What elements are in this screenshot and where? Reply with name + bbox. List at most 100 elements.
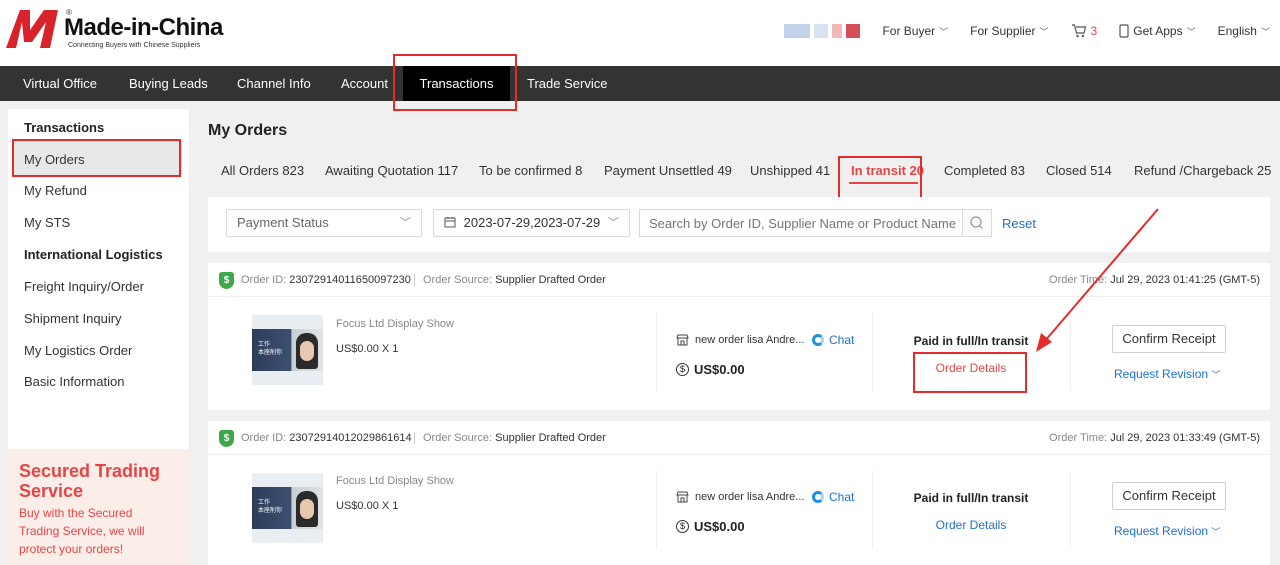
product-thumbnail[interactable]: 工作 本座削你 [252, 473, 323, 543]
tab-in-transit[interactable]: In transit 20 [851, 163, 924, 178]
nav-transactions[interactable]: Transactions [403, 66, 510, 101]
phone-icon [1119, 24, 1129, 38]
nav-channel-info[interactable]: Channel Info [237, 66, 311, 101]
order-id: 23072914012029861614 [289, 432, 412, 444]
sidebar-item-my-refund[interactable]: My Refund [24, 183, 87, 198]
order-details-link[interactable]: Order Details [898, 361, 1044, 375]
confirm-receipt-button[interactable]: Confirm Receipt [1112, 325, 1226, 353]
payment-status-select[interactable]: Payment Status ﹀ [226, 209, 422, 237]
order-search-input[interactable] [639, 209, 963, 237]
brand-logo[interactable]: ® Made-in-China Connecting Buyers with C… [6, 6, 226, 50]
order-source: Supplier Drafted Order [495, 274, 606, 286]
order-source-label: Order Source: [423, 274, 493, 286]
product-thumbnail[interactable]: 工作 本座削你 [252, 315, 323, 385]
product-name[interactable]: Focus Ltd Display Show [336, 475, 454, 487]
sidebar-item-logistics-order[interactable]: My Logistics Order [24, 343, 132, 358]
sidebar-item-my-orders[interactable]: My Orders [24, 152, 85, 167]
site-header: ® Made-in-China Connecting Buyers with C… [0, 0, 1280, 66]
chat-icon [812, 334, 824, 346]
store-icon [676, 334, 689, 346]
user-account-blurred[interactable] [784, 24, 861, 38]
product-price-qty: US$0.00 X 1 [336, 343, 399, 355]
cart-link[interactable]: 3 [1071, 24, 1098, 38]
order-time: Jul 29, 2023 01:33:49 (GMT-5) [1110, 432, 1260, 444]
tab-payment-unsettled[interactable]: Payment Unsettled 49 [604, 163, 732, 178]
for-supplier-menu[interactable]: For Supplier ﹀ [970, 24, 1048, 38]
store-icon [676, 491, 689, 503]
order-status: Paid in full/In transit [913, 491, 1029, 505]
tab-to-be-confirmed[interactable]: To be confirmed 8 [479, 163, 582, 178]
search-button[interactable] [962, 209, 992, 237]
order-header: $ Order ID: 23072914011650097230 Order S… [208, 263, 1270, 297]
order-card: $ Order ID: 23072914012029861614 Order S… [208, 421, 1270, 565]
order-time-label: Order Time: [1049, 274, 1108, 286]
chevron-down-icon: ﹀ [608, 217, 619, 229]
reset-link[interactable]: Reset [1002, 216, 1036, 231]
order-details-link[interactable]: Order Details [898, 518, 1044, 532]
get-apps-menu[interactable]: Get Apps ﹀ [1119, 24, 1196, 38]
date-range-picker[interactable]: 2023-07-29,2023-07-29 ﹀ [433, 209, 630, 237]
brand-m-icon [6, 10, 58, 48]
tab-awaiting-quotation[interactable]: Awaiting Quotation 117 [325, 163, 458, 178]
sidebar-section-transactions: Transactions [24, 120, 105, 135]
tab-all-orders[interactable]: All Orders 823 [221, 163, 304, 178]
request-revision-link[interactable]: Request Revision ﹀ [1114, 367, 1220, 381]
order-source: Supplier Drafted Order [495, 432, 606, 444]
promo-description: Buy with the Secured Trading Service, we… [19, 506, 145, 556]
search-icon [970, 216, 983, 229]
main-nav: Virtual Office Buying Leads Channel Info… [0, 66, 1280, 101]
nav-account[interactable]: Account [341, 66, 388, 101]
sidebar-item-freight-inquiry[interactable]: Freight Inquiry/Order [24, 279, 144, 294]
language-menu[interactable]: English ﹀ [1218, 24, 1270, 38]
thumbnail-caption: 工作 本座削你 [258, 342, 283, 356]
dollar-icon: $ [676, 363, 689, 376]
sidebar-item-basic-information[interactable]: Basic Information [24, 374, 124, 389]
top-links: For Buyer ﹀ For Supplier ﹀ 3 Get Apps ﹀ Eng… [784, 24, 1270, 38]
sidebar: Transactions My Orders My Refund My STS … [8, 109, 189, 565]
chat-button[interactable]: Chat [812, 333, 854, 347]
chevron-down-icon: ﹀ [1039, 26, 1049, 37]
thumbnail-caption: 工作 本座削你 [258, 500, 283, 514]
calendar-icon [444, 217, 456, 228]
nav-virtual-office[interactable]: Virtual Office [23, 66, 97, 101]
supplier-name[interactable]: new order lisa Andre... [676, 334, 804, 346]
tab-completed[interactable]: Completed 83 [944, 163, 1025, 178]
nav-trade-service[interactable]: Trade Service [527, 66, 607, 101]
sidebar-section-logistics: International Logistics [24, 247, 163, 262]
order-time: Jul 29, 2023 01:41:25 (GMT-5) [1110, 274, 1260, 286]
page-title: My Orders [208, 122, 288, 139]
chevron-down-icon: ﹀ [1211, 370, 1221, 380]
order-header: $ Order ID: 23072914012029861614 Order S… [208, 421, 1270, 455]
order-id-label: Order ID: [241, 432, 287, 444]
cart-count: 3 [1090, 24, 1098, 38]
for-buyer-menu[interactable]: For Buyer ﹀ [882, 24, 948, 38]
order-status-tabs: All Orders 823 Awaiting Quotation 117 To… [208, 152, 1280, 190]
secured-trading-promo[interactable]: Secured Trading Service Buy with the Sec… [8, 449, 189, 565]
tab-unshipped[interactable]: Unshipped 41 [750, 163, 830, 178]
order-amount: $ US$0.00 [676, 519, 745, 534]
order-amount: $ US$0.00 [676, 362, 745, 377]
chat-button[interactable]: Chat [812, 490, 854, 504]
order-id-label: Order ID: [241, 274, 287, 286]
chat-icon [812, 491, 824, 503]
brand-name: Made-in-China [64, 14, 223, 41]
chevron-down-icon: ﹀ [400, 217, 411, 229]
product-price-qty: US$0.00 X 1 [336, 500, 399, 512]
order-card: $ Order ID: 23072914011650097230 Order S… [208, 263, 1270, 410]
sidebar-item-shipment-inquiry[interactable]: Shipment Inquiry [24, 311, 122, 326]
nav-buying-leads[interactable]: Buying Leads [129, 66, 208, 101]
tab-closed[interactable]: Closed 514 [1046, 163, 1112, 178]
chevron-down-icon: ﹀ [939, 26, 949, 37]
request-revision-link[interactable]: Request Revision ﹀ [1114, 524, 1220, 538]
chevron-down-icon: ﹀ [1186, 26, 1196, 37]
order-id: 23072914011650097230 [289, 274, 411, 286]
brand-tagline: Connecting Buyers with Chinese Suppliers [68, 42, 201, 49]
confirm-receipt-button[interactable]: Confirm Receipt [1112, 482, 1226, 510]
shield-icon: $ [219, 430, 234, 447]
dollar-icon: $ [676, 520, 689, 533]
tab-refund-chargeback[interactable]: Refund /Chargeback 25 [1134, 163, 1271, 178]
supplier-name[interactable]: new order lisa Andre... [676, 491, 804, 503]
product-name[interactable]: Focus Ltd Display Show [336, 318, 454, 330]
chevron-down-icon: ﹀ [1260, 26, 1270, 37]
sidebar-item-my-sts[interactable]: My STS [24, 215, 70, 230]
